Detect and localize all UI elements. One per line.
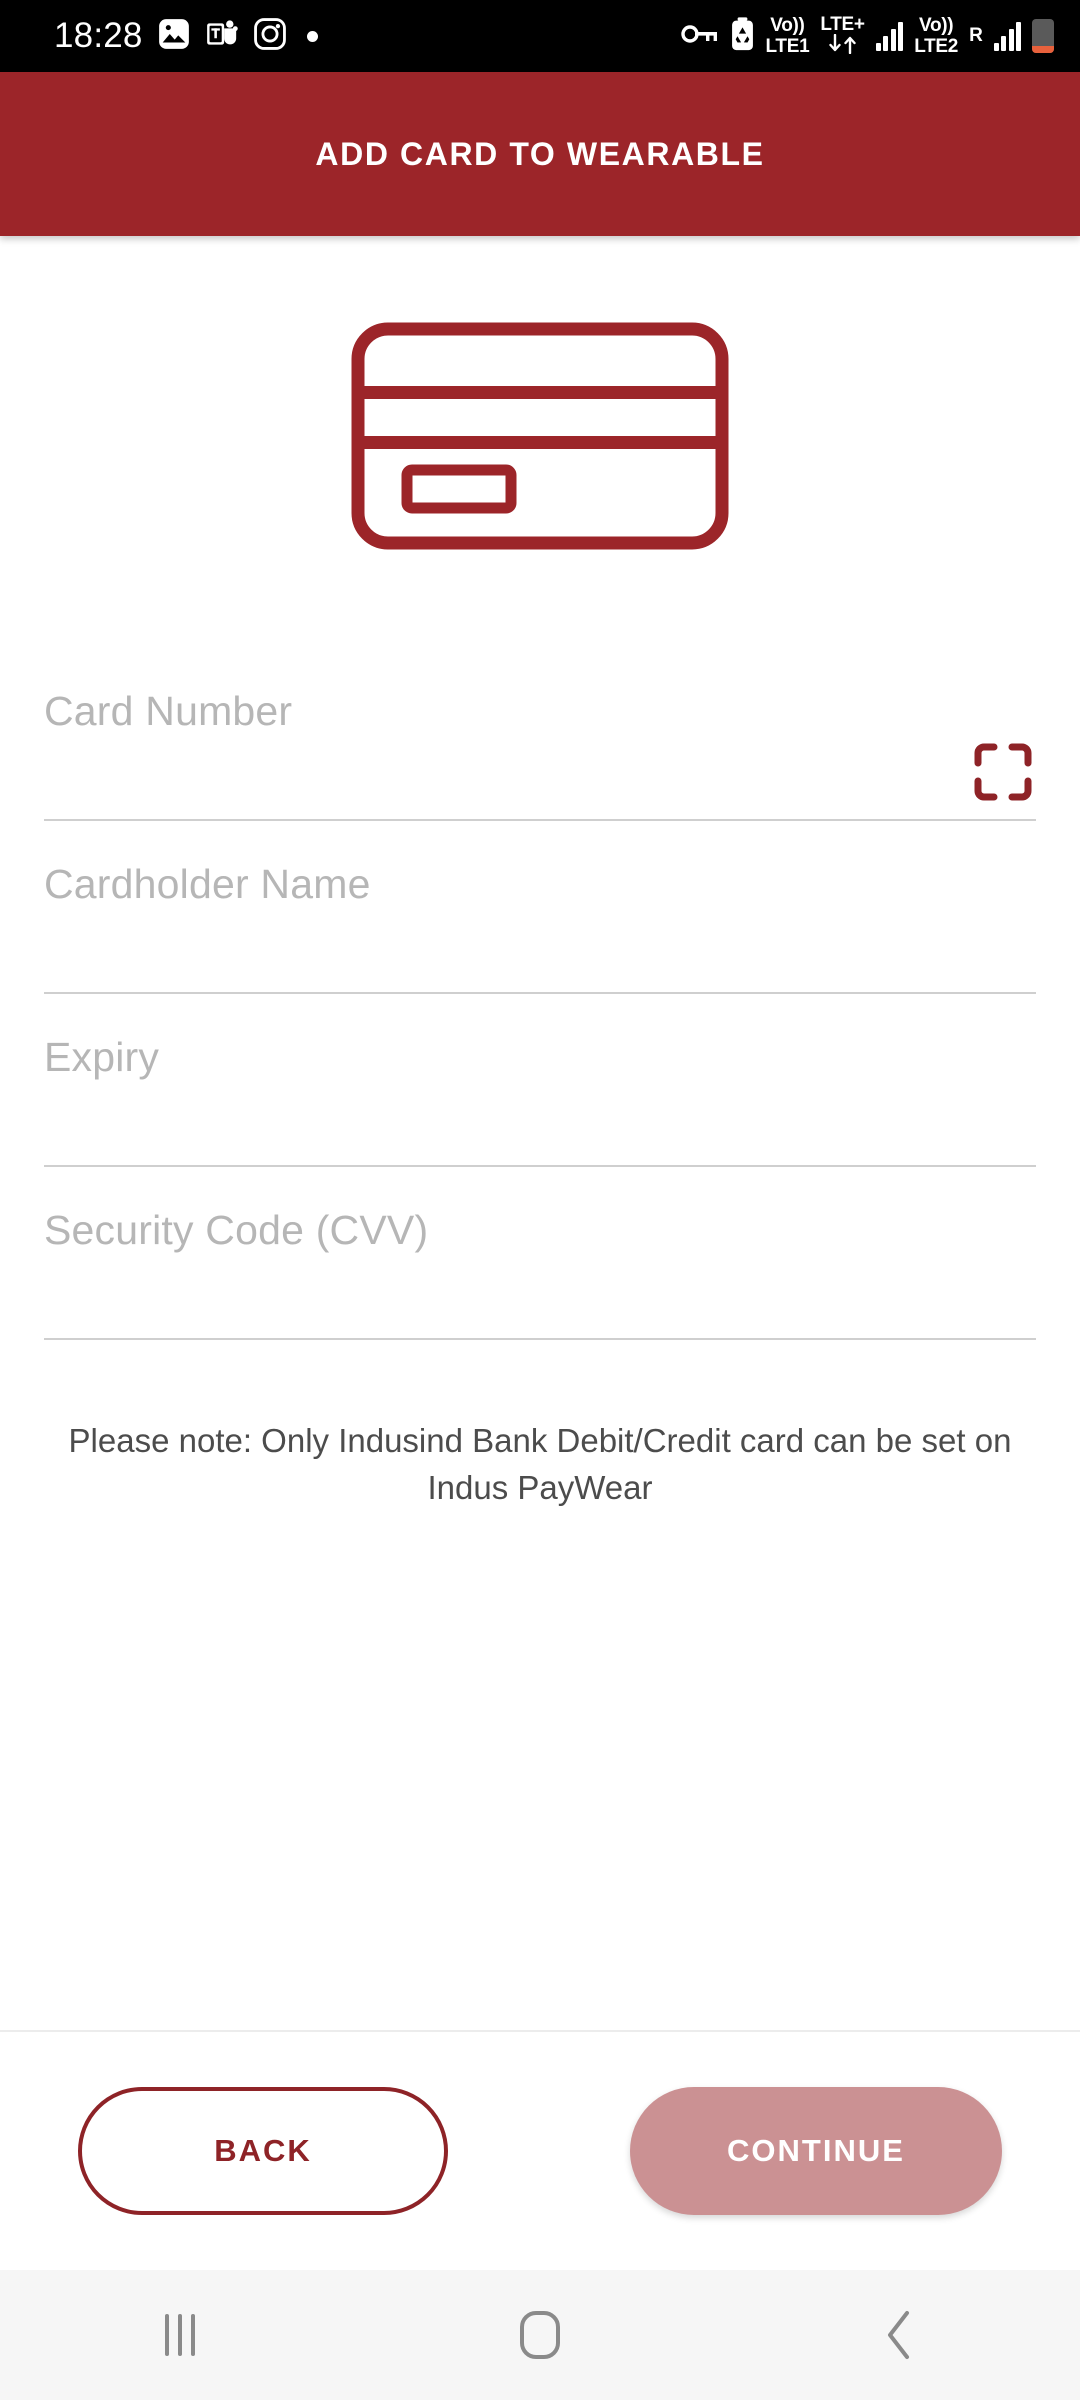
data-arrows-icon xyxy=(826,33,860,58)
card-number-placeholder: Card Number xyxy=(44,688,293,734)
battery-low-icon xyxy=(1032,19,1054,53)
instagram-icon xyxy=(253,17,287,56)
phone-screen: 18:28 Vo)) LTE1 LTE+ Vo)) LTE2 R ADD CAR… xyxy=(0,0,1080,2400)
signal-bars-sim2-icon xyxy=(993,21,1021,51)
home-icon xyxy=(520,2311,560,2359)
nav-back-button[interactable] xyxy=(810,2270,990,2400)
app-header: ADD CARD TO WEARABLE xyxy=(0,72,1080,236)
teams-icon xyxy=(205,17,239,56)
recents-icon xyxy=(165,2314,195,2356)
signal-bars-sim1-icon xyxy=(875,21,904,51)
footer-button-bar: BACK CONTINUE xyxy=(0,2030,1080,2270)
roaming-icon: R xyxy=(969,25,983,46)
dot-indicator-icon xyxy=(306,30,318,42)
lte-plus-data-icon: LTE+ xyxy=(820,15,865,58)
nav-home-button[interactable] xyxy=(450,2270,630,2400)
scan-card-icon[interactable] xyxy=(972,741,1034,803)
status-bar-clock: 18:28 xyxy=(54,16,143,55)
cvv-field[interactable]: Security Code (CVV) xyxy=(44,1167,1036,1340)
nav-recents-button[interactable] xyxy=(90,2270,270,2400)
continue-button[interactable]: CONTINUE xyxy=(630,2087,1002,2215)
gallery-icon xyxy=(157,17,191,56)
card-details-form: Card Number Cardholder Name Expiry Secur… xyxy=(0,648,1080,1340)
note-text: Please note: Only Indusind Bank Debit/Cr… xyxy=(68,1422,1012,1506)
battery-saver-icon xyxy=(730,16,755,56)
status-bar: 18:28 Vo)) LTE1 LTE+ Vo)) LTE2 R xyxy=(0,0,1080,72)
card-number-field[interactable]: Card Number xyxy=(44,648,1036,821)
cardholder-name-placeholder: Cardholder Name xyxy=(44,861,371,907)
credit-card-illustration-wrap xyxy=(0,322,1080,550)
page-title: ADD CARD TO WEARABLE xyxy=(315,135,765,172)
cardholder-name-field[interactable]: Cardholder Name xyxy=(44,821,1036,994)
expiry-placeholder: Expiry xyxy=(44,1034,160,1080)
volte2-icon: Vo)) LTE2 xyxy=(914,15,959,57)
cvv-placeholder: Security Code (CVV) xyxy=(44,1207,429,1253)
volte1-icon: Vo)) LTE1 xyxy=(765,15,810,57)
vpn-key-icon xyxy=(680,19,719,54)
status-bar-left: 18:28 xyxy=(54,16,318,56)
content-area: Card Number Cardholder Name Expiry Secur… xyxy=(0,236,1080,2030)
status-bar-right: Vo)) LTE1 LTE+ Vo)) LTE2 R xyxy=(680,15,1054,58)
credit-card-illustration xyxy=(351,322,729,550)
system-navigation-bar xyxy=(0,2270,1080,2400)
expiry-field[interactable]: Expiry xyxy=(44,994,1036,1167)
back-button[interactable]: BACK xyxy=(78,2087,448,2215)
back-chevron-icon xyxy=(888,2311,909,2359)
